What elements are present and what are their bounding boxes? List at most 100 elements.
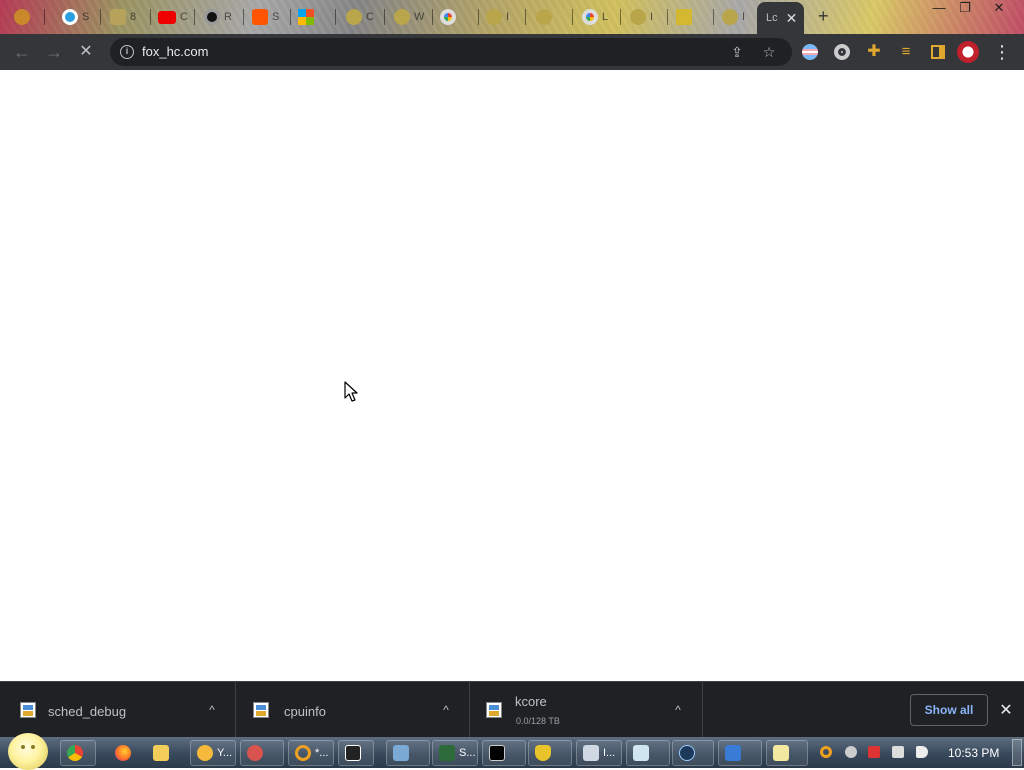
new-tab-button[interactable]: + xyxy=(818,6,829,27)
page-favicon-icon xyxy=(394,9,410,25)
tab[interactable]: I xyxy=(624,3,653,31)
globe-icon xyxy=(679,745,695,761)
taskbar-firefox[interactable] xyxy=(108,740,140,766)
taskbar-cmd[interactable] xyxy=(482,740,526,766)
extensions-puzzle-icon[interactable]: ✚ xyxy=(864,42,884,62)
notepad-icon xyxy=(773,745,789,761)
close-shelf-icon[interactable]: ✕ xyxy=(998,700,1014,720)
stop-loading-button[interactable]: ✕ xyxy=(74,41,98,63)
taskbar-item[interactable] xyxy=(528,740,572,766)
page-favicon-icon xyxy=(630,9,646,25)
tab[interactable] xyxy=(434,3,456,31)
taskbar-item[interactable]: S... xyxy=(432,740,478,766)
network-error-icon[interactable] xyxy=(868,746,880,758)
taskbar-item[interactable]: *... xyxy=(288,740,334,766)
restore-button[interactable]: ❐ xyxy=(950,0,980,18)
download-item[interactable]: cpuinfo ^ xyxy=(236,682,470,738)
tab[interactable] xyxy=(530,3,552,31)
tab[interactable] xyxy=(292,3,314,31)
tab[interactable]: C xyxy=(152,3,188,31)
7zip-icon xyxy=(345,745,361,761)
url-text[interactable]: fox_hc.com xyxy=(142,44,208,59)
page-favicon-icon xyxy=(722,9,738,25)
taskbar-item[interactable] xyxy=(672,740,714,766)
taskbar-item[interactable] xyxy=(240,740,284,766)
download-filename: kcore xyxy=(515,694,547,709)
bookmark-star-icon[interactable]: ☆ xyxy=(760,43,778,61)
download-item[interactable]: kcore 0.0/128 TB ^ xyxy=(470,682,703,738)
side-panel-icon[interactable] xyxy=(928,42,948,62)
download-progress-text: 0.0/128 TB xyxy=(516,716,560,726)
tab-separator xyxy=(243,9,244,25)
github-icon xyxy=(204,9,220,25)
profile-avatar[interactable] xyxy=(957,41,979,63)
start-button[interactable] xyxy=(8,733,48,770)
tab-active[interactable]: Lc ✕ xyxy=(757,2,804,34)
chevron-up-icon[interactable]: ^ xyxy=(438,702,454,718)
tab[interactable]: S xyxy=(246,3,279,31)
tab-title: C xyxy=(366,11,374,23)
taskbar-item[interactable] xyxy=(386,740,430,766)
google-icon xyxy=(582,9,598,25)
tab[interactable]: R xyxy=(198,3,232,31)
chevron-up-icon[interactable]: ^ xyxy=(204,702,220,718)
microsoft-icon xyxy=(298,9,314,25)
system-clock[interactable]: 10:53 PM xyxy=(948,746,999,760)
extension-flag-icon[interactable] xyxy=(800,42,820,62)
share-icon[interactable]: ⇪ xyxy=(728,43,746,61)
chevron-up-icon[interactable]: ^ xyxy=(670,702,686,718)
browser-toolbar: ← → ✕ i fox_hc.com ⇪ ☆ ✚ ≡ ⋮ xyxy=(0,34,1024,70)
download-filename: sched_debug xyxy=(48,704,127,719)
file-icon xyxy=(253,702,269,718)
tab[interactable] xyxy=(670,3,692,31)
taskbar-item[interactable]: I... xyxy=(576,740,622,766)
extension-record-icon[interactable] xyxy=(832,42,852,62)
page-favicon-icon xyxy=(676,9,692,25)
tab-separator xyxy=(713,9,714,25)
tray-icon[interactable] xyxy=(845,746,857,758)
tab-title: I xyxy=(506,11,510,23)
tab-separator xyxy=(572,9,573,25)
monitor-app-icon xyxy=(439,745,455,761)
show-desktop-button[interactable] xyxy=(1012,739,1022,766)
browser-menu-button[interactable]: ⋮ xyxy=(992,42,1012,62)
taskbar-item[interactable]: Y... xyxy=(190,740,236,766)
tab-title: R xyxy=(224,11,232,23)
tab[interactable]: C xyxy=(340,3,374,31)
media-queue-icon[interactable]: ≡ xyxy=(896,42,916,62)
document-app-icon xyxy=(583,745,599,761)
firefox-icon xyxy=(115,745,131,761)
tab[interactable]: W xyxy=(388,3,424,31)
show-all-button[interactable]: Show all xyxy=(910,694,988,726)
tab[interactable]: I xyxy=(716,3,745,31)
address-bar[interactable]: i fox_hc.com ⇪ ☆ xyxy=(110,38,792,66)
tab-close-icon[interactable]: ✕ xyxy=(786,11,798,25)
taskbar-chrome[interactable] xyxy=(60,740,96,766)
taskbar-folder[interactable] xyxy=(146,740,178,766)
download-item[interactable]: sched_debug ^ xyxy=(0,682,236,738)
mouse-cursor-icon xyxy=(344,381,358,402)
taskbar: Y... *... S... I... 10:53 PM xyxy=(0,733,1024,770)
page-favicon-icon xyxy=(536,9,552,25)
taskbar-item[interactable] xyxy=(718,740,762,766)
tab[interactable]: 8 xyxy=(104,3,136,31)
window-close-button[interactable]: ✕ xyxy=(984,0,1014,18)
search-tray-icon[interactable] xyxy=(820,746,832,758)
devices-icon[interactable] xyxy=(892,746,904,758)
smiley-eye-icon xyxy=(31,745,35,749)
volume-icon[interactable] xyxy=(916,746,928,758)
tab-separator xyxy=(100,9,101,25)
taskbar-label: S... xyxy=(459,747,476,759)
taskbar-7zip[interactable] xyxy=(338,740,374,766)
forward-button[interactable]: → xyxy=(42,41,66,63)
back-button[interactable]: ← xyxy=(10,41,34,63)
tab[interactable] xyxy=(8,3,30,31)
tab-title: I xyxy=(650,11,654,23)
taskbar-item[interactable] xyxy=(766,740,808,766)
site-info-icon[interactable]: i xyxy=(120,45,134,59)
taskbar-label: I... xyxy=(603,747,616,759)
taskbar-item[interactable] xyxy=(626,740,670,766)
tab[interactable]: S xyxy=(56,3,89,31)
tab[interactable]: L xyxy=(576,3,608,31)
tab[interactable]: I xyxy=(480,3,509,31)
